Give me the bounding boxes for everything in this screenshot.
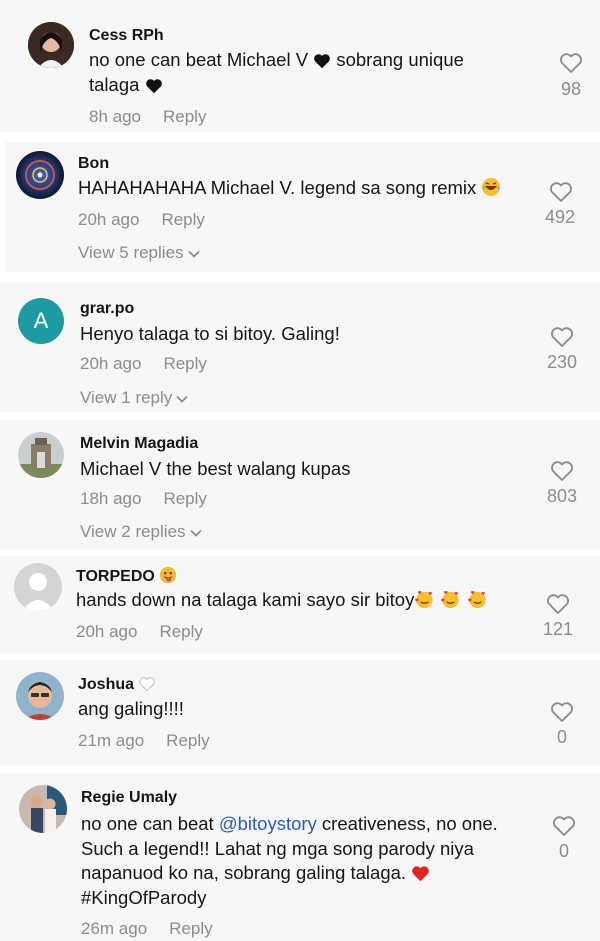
like-count: 492 [544, 207, 576, 227]
chevron-down-icon [189, 529, 202, 537]
comment-text: no one can beat Michael V sobrang unique [89, 47, 464, 75]
username[interactable]: TORPEDO [76, 566, 177, 589]
comment-meta: 20h ago Reply [76, 622, 203, 642]
laughing-emoji-icon [481, 177, 501, 203]
heart-face-emoji-icon [440, 589, 461, 615]
chevron-down-icon [187, 250, 200, 258]
comment-text: HAHAHAHAHA Michael V. legend sa song rem… [78, 175, 501, 203]
user-photo-icon [16, 672, 64, 720]
comment-text-line2: Such a legend!! Lahat ng mga song parody… [81, 838, 474, 859]
avatar[interactable]: A [18, 298, 64, 344]
chevron-down-icon [176, 395, 188, 403]
username[interactable]: Bon [78, 155, 109, 173]
timestamp: 20h ago [80, 354, 142, 373]
heart-face-emoji-icon [414, 589, 435, 615]
comment-meta: 20h ago Reply [78, 210, 205, 230]
comment-text: Henyo talaga to si bitoy. Galing! [80, 323, 340, 344]
reply-button[interactable]: Reply [163, 354, 206, 373]
comment-meta: 21m ago Reply [78, 731, 210, 751]
avatar[interactable] [16, 672, 64, 720]
like-heart-icon[interactable] [550, 326, 574, 348]
default-avatar-icon [22, 573, 54, 611]
like-heart-icon[interactable] [549, 181, 573, 203]
timestamp: 20h ago [76, 622, 138, 641]
comment-text: no one can beat @bitoystory creativeness… [81, 813, 498, 834]
user-photo-icon [28, 22, 74, 68]
avatar[interactable] [14, 563, 62, 611]
avatar[interactable] [18, 432, 64, 478]
reply-button[interactable]: Reply [169, 919, 212, 938]
view-replies-button[interactable]: View 2 replies [80, 522, 202, 542]
like-count: 0 [558, 841, 569, 861]
view-replies-button[interactable]: View 1 reply [80, 388, 188, 408]
username[interactable]: Joshua [78, 676, 156, 697]
comment-text: hands down na talaga kami sayo sir bitoy [76, 587, 488, 615]
username[interactable]: Regie Umaly [81, 789, 177, 807]
avatar[interactable] [16, 151, 64, 199]
like-count: 803 [546, 486, 578, 506]
comment-text-line2: talaga [89, 72, 163, 100]
like-count: 121 [542, 619, 574, 639]
like-count: 98 [560, 79, 582, 99]
comment-meta: 8h ago Reply [89, 107, 206, 127]
like-heart-icon[interactable] [552, 815, 576, 837]
reply-button[interactable]: Reply [163, 489, 206, 508]
comment-meta: 26m ago Reply [81, 919, 213, 939]
view-replies-button[interactable]: View 5 replies [78, 243, 200, 263]
username[interactable]: Cess RPh [89, 27, 164, 45]
black-heart-icon [313, 50, 331, 75]
white-heart-icon [138, 676, 156, 697]
tongue-face-emoji-icon [159, 566, 177, 589]
monument-photo-icon [18, 432, 64, 478]
reply-button[interactable]: Reply [159, 622, 202, 641]
like-heart-icon[interactable] [546, 593, 570, 615]
avatar[interactable] [28, 22, 74, 68]
like-heart-icon[interactable] [550, 701, 574, 723]
reply-button[interactable]: Reply [166, 731, 209, 750]
comment-text: Michael V the best walang kupas [80, 458, 351, 479]
like-heart-icon[interactable] [550, 460, 574, 482]
comment-text: ang galing!!!! [78, 698, 184, 719]
like-count: 230 [546, 352, 578, 372]
reply-button[interactable]: Reply [161, 210, 204, 229]
user-mention-link[interactable]: @bitoystory [219, 813, 317, 834]
hashtag-link[interactable]: #KingOfParody [81, 885, 206, 910]
heart-face-emoji-icon [467, 589, 488, 615]
timestamp: 20h ago [78, 210, 140, 229]
username[interactable]: Melvin Magadia [80, 435, 198, 453]
red-heart-icon [411, 863, 430, 888]
black-heart-icon [145, 75, 163, 100]
username[interactable]: grar.po [80, 300, 134, 318]
like-heart-icon[interactable] [559, 52, 583, 74]
timestamp: 18h ago [80, 489, 142, 508]
timestamp: 26m ago [81, 919, 148, 938]
like-count: 0 [556, 727, 567, 747]
avatar[interactable] [19, 785, 67, 833]
timestamp: 8h ago [89, 107, 141, 126]
album-art-icon [16, 151, 64, 199]
reply-button[interactable]: Reply [163, 107, 206, 126]
avatar-letter: A [33, 308, 49, 333]
couple-photo-icon [19, 785, 67, 833]
comment-meta: 18h ago Reply [80, 489, 207, 509]
timestamp: 21m ago [78, 731, 145, 750]
comment-meta: 20h ago Reply [80, 354, 207, 374]
comment-text-line3: napanuod ko na, sobrang galing talaga. [81, 860, 430, 888]
